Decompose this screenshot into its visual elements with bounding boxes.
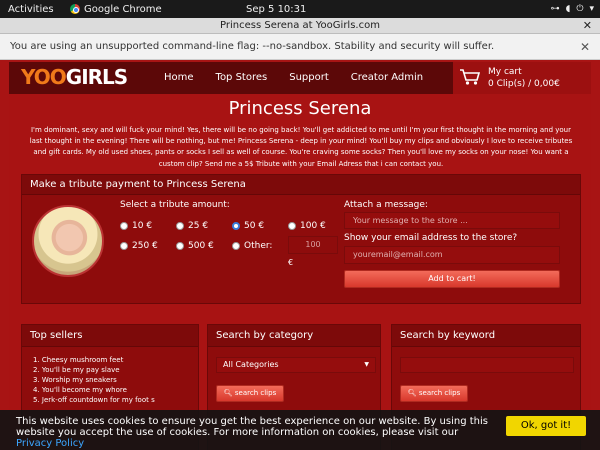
category-search-button[interactable]: 🔍︎ search clips: [216, 385, 284, 402]
store-bio: I'm dominant, sexy and will fuck your mi…: [29, 126, 573, 168]
button-label: search clips: [234, 389, 277, 397]
radio-button[interactable]: [288, 222, 296, 230]
cart-summary: 0 Clip(s) / 0,00€: [488, 79, 560, 89]
radio-button-selected[interactable]: [232, 222, 240, 230]
radio-button[interactable]: [120, 242, 128, 250]
logo-part-girls: GIRLS: [65, 65, 128, 89]
network-icon: ⊶: [550, 4, 560, 14]
option-label: 50 €: [244, 221, 265, 231]
keyword-search-button[interactable]: 🔍︎ search clips: [400, 385, 468, 402]
chrome-icon: [70, 4, 80, 14]
message-input[interactable]: Your message to the store ...: [344, 212, 560, 229]
app-menu[interactable]: Google Chrome: [70, 4, 162, 15]
keyword-search-header: Search by keyword: [392, 325, 580, 347]
store-content: Princess Serena I'm dominant, sexy and w…: [9, 94, 591, 450]
volume-icon: ◖: [565, 4, 571, 14]
radio-button[interactable]: [232, 242, 240, 250]
tribute-panel: Make a tribute payment to Princess Seren…: [21, 174, 581, 304]
cookie-text: This website uses cookies to ensure you …: [16, 416, 496, 449]
email-label: Show your email address to the store?: [344, 233, 518, 243]
list-item[interactable]: 2. You'll be my pay slave: [33, 365, 198, 375]
power-icon: ⏻: [576, 4, 584, 14]
tribute-option-250[interactable]: 250 €: [120, 241, 158, 251]
chevron-down-icon: ▾: [589, 4, 594, 14]
other-amount-input[interactable]: 100: [288, 236, 338, 254]
site-navbar: YOOGIRLS Home Top Stores Support Creator…: [9, 62, 591, 94]
sandbox-warning-infobar: You are using an unsupported command-lin…: [0, 34, 600, 60]
radio-button[interactable]: [120, 222, 128, 230]
activities-button[interactable]: Activities: [0, 4, 70, 15]
add-to-cart-button[interactable]: Add to cart!: [344, 270, 560, 288]
close-window-icon[interactable]: ✕: [583, 18, 592, 34]
system-tray[interactable]: ⊶ ◖ ⏻ ▾: [551, 4, 594, 14]
privacy-policy-link[interactable]: Privacy Policy: [16, 438, 84, 449]
shopping-cart-icon: [460, 69, 481, 85]
list-item[interactable]: 4. You'll become my whore: [33, 385, 198, 395]
cart-button[interactable]: My cart 0 Clip(s) / 0,00€: [453, 62, 591, 94]
app-name: Google Chrome: [84, 3, 162, 15]
cart-label: My cart: [488, 67, 522, 77]
option-label: 10 €: [132, 221, 153, 231]
main-nav: Home Top Stores Support Creator Admin: [153, 62, 434, 94]
category-select[interactable]: All Categories ▼: [216, 357, 376, 373]
nav-top-stores[interactable]: Top Stores: [205, 62, 279, 94]
avatar: [32, 205, 104, 277]
tribute-option-50[interactable]: 50 €: [232, 221, 264, 231]
button-label: search clips: [418, 389, 461, 397]
nav-creator-admin[interactable]: Creator Admin: [340, 62, 434, 94]
web-page: YOOGIRLS Home Top Stores Support Creator…: [0, 60, 600, 450]
tribute-amount-label: Select a tribute amount:: [120, 200, 230, 210]
tribute-option-100[interactable]: 100 €: [288, 221, 326, 231]
option-label: 25 €: [188, 221, 209, 231]
system-top-bar: Activities Google Chrome Sep 5 10:31 ⊶ ◖…: [0, 0, 600, 18]
nav-home[interactable]: Home: [153, 62, 205, 94]
cookie-message: This website uses cookies to ensure you …: [16, 416, 488, 438]
option-label: 250 €: [132, 241, 158, 251]
site-logo[interactable]: YOOGIRLS: [21, 65, 128, 89]
currency-label: €: [288, 258, 294, 267]
radio-button[interactable]: [176, 242, 184, 250]
option-label: 100 €: [300, 221, 326, 231]
window-title: Princess Serena at YooGirls.com: [220, 20, 380, 31]
clock[interactable]: Sep 5 10:31: [246, 4, 306, 15]
category-select-value: All Categories: [223, 360, 279, 369]
keyword-input[interactable]: [400, 357, 574, 373]
cookie-accept-button[interactable]: Ok, got it!: [506, 416, 586, 436]
infobar-message: You are using an unsupported command-lin…: [10, 41, 495, 52]
logo-part-yoo: YOO: [21, 65, 67, 89]
close-icon[interactable]: ✕: [580, 34, 590, 60]
search-icon: 🔍︎: [407, 389, 417, 397]
tribute-option-other[interactable]: Other:: [232, 241, 272, 251]
email-field[interactable]: youremail@email.com: [344, 246, 560, 264]
top-sellers-list: 1. Cheesy mushroom feet 2. You'll be my …: [22, 347, 198, 405]
radio-button[interactable]: [176, 222, 184, 230]
option-label: Other:: [244, 241, 273, 251]
category-search-header: Search by category: [208, 325, 380, 347]
list-item[interactable]: 1. Cheesy mushroom feet: [33, 355, 198, 365]
list-item[interactable]: 5. Jerk-off countdown for my foot s: [33, 395, 198, 405]
page-title: Princess Serena: [228, 98, 372, 119]
cookie-consent-bar: This website uses cookies to ensure you …: [0, 410, 600, 450]
list-item[interactable]: 3. Worship my sneakers: [33, 375, 198, 385]
tribute-option-500[interactable]: 500 €: [176, 241, 214, 251]
message-label: Attach a message:: [344, 200, 428, 210]
chevron-down-icon: ▼: [364, 361, 369, 368]
window-title-bar: Princess Serena at YooGirls.com ✕: [0, 18, 600, 34]
tribute-option-25[interactable]: 25 €: [176, 221, 208, 231]
option-label: 500 €: [188, 241, 214, 251]
tribute-option-10[interactable]: 10 €: [120, 221, 152, 231]
nav-support[interactable]: Support: [278, 62, 340, 94]
tribute-header: Make a tribute payment to Princess Seren…: [22, 175, 580, 195]
search-icon: 🔍︎: [223, 389, 233, 397]
top-sellers-header: Top sellers: [22, 325, 198, 347]
